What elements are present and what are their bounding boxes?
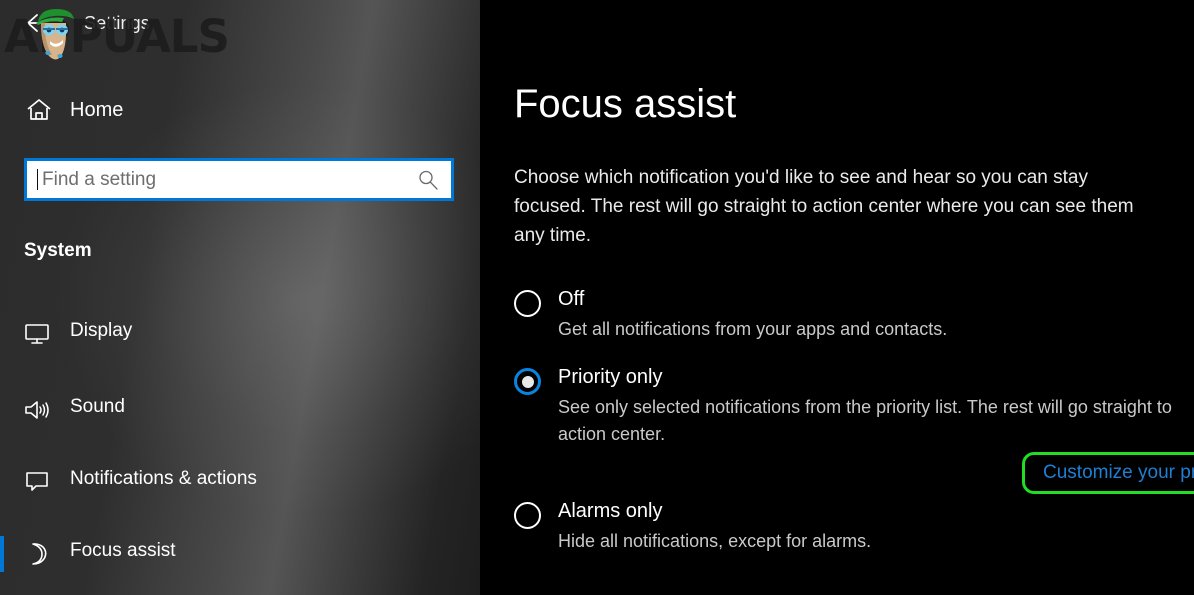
search-box[interactable] [24, 158, 454, 201]
sidebar-item-display[interactable]: Display [0, 310, 480, 358]
sidebar-item-sound[interactable]: Sound [0, 386, 480, 434]
sidebar-item-display-label: Display [70, 320, 133, 341]
sidebar-group-header: System [24, 240, 92, 261]
title-bar: Settings [0, 0, 480, 46]
radio-off-indicator[interactable] [514, 290, 541, 317]
radio-option-alarms-only-description: Hide all notifications, except for alarm… [558, 531, 872, 551]
radio-option-alarms-only-label: Alarms only [558, 500, 663, 522]
radio-priority-only-indicator[interactable] [514, 368, 541, 395]
selection-indicator [0, 536, 4, 572]
radio-option-off-label: Off [558, 288, 585, 310]
radio-option-off-description: Get all notifications from your apps and… [558, 319, 948, 339]
page-title: Focus assist [514, 82, 737, 126]
radio-option-alarms-only[interactable]: Alarms only Hide all notifications, exce… [514, 500, 1186, 572]
sidebar-item-sound-label: Sound [70, 396, 125, 417]
sidebar: Settings APPUALS Home Find a setting Sys… [0, 0, 480, 595]
sidebar-item-focus-assist[interactable]: Focus assist [0, 530, 480, 578]
sidebar-item-notifications[interactable]: Notifications & actions [0, 458, 480, 506]
search-icon[interactable] [417, 169, 439, 191]
page-description: Choose which notification you'd like to … [514, 167, 1134, 246]
home-icon [27, 99, 51, 120]
search-input[interactable] [42, 161, 412, 198]
radio-selected-dot [521, 375, 534, 388]
sidebar-item-home-label: Home [70, 98, 124, 121]
speaker-icon [25, 401, 49, 419]
notification-bubble-icon [26, 472, 48, 491]
settings-window: Settings APPUALS Home Find a setting Sys… [0, 0, 1194, 595]
window-title: Settings [84, 13, 150, 33]
main-content: Focus assist Choose which notification y… [480, 0, 1194, 595]
radio-option-priority-only-description: See only selected notifications from the… [558, 397, 1172, 444]
monitor-icon [25, 324, 49, 344]
customize-priority-list-link[interactable]: Customize your priority list [1043, 462, 1194, 484]
moon-icon [32, 543, 47, 565]
text-caret [37, 169, 38, 190]
sidebar-item-home[interactable]: Home [0, 88, 480, 132]
radio-option-off[interactable]: Off Get all notifications from your apps… [514, 288, 1186, 368]
focus-assist-radio-group: Off Get all notifications from your apps… [514, 288, 1186, 572]
radio-option-priority-only-label: Priority only [558, 366, 663, 388]
sidebar-item-notifications-label: Notifications & actions [70, 468, 257, 489]
sidebar-item-focus-assist-label: Focus assist [70, 540, 176, 561]
highlight-annotation-box: Customize your priority list [1022, 452, 1194, 494]
back-arrow-icon[interactable] [24, 11, 50, 35]
radio-alarms-only-indicator[interactable] [514, 502, 541, 529]
